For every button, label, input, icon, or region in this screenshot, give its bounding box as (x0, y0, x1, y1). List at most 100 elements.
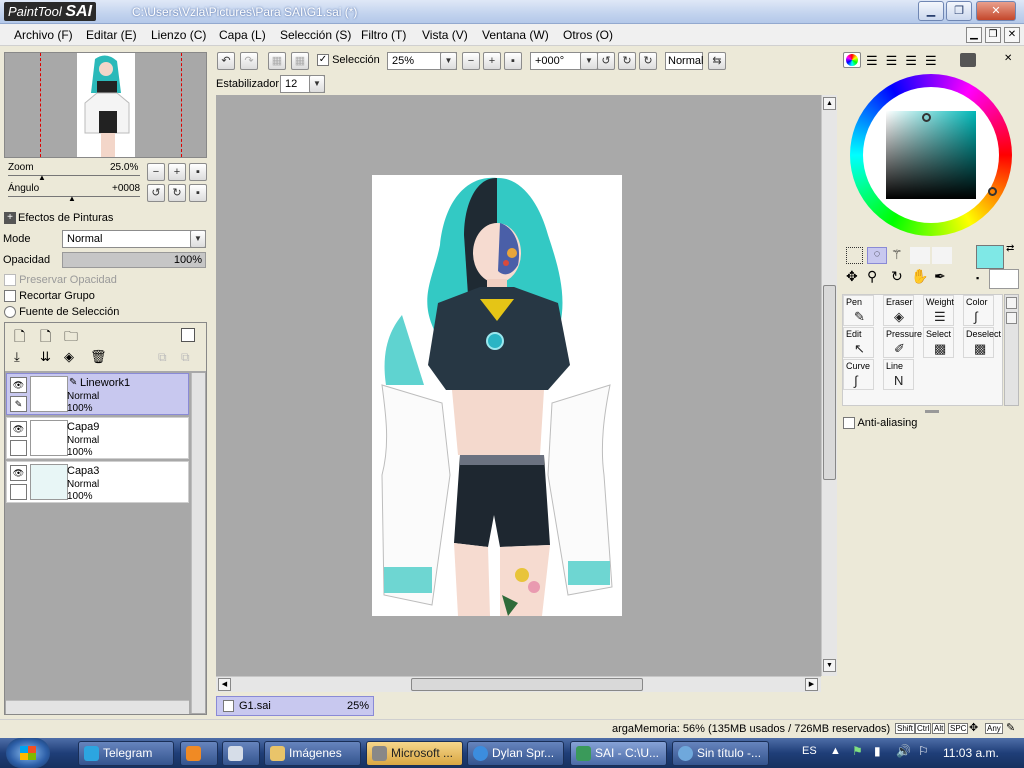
layer-lock-toggle[interactable] (10, 440, 27, 456)
menu-editar[interactable]: Editar (E) (86, 28, 137, 42)
zoom-slider[interactable] (8, 175, 140, 176)
menu-lienzo[interactable]: Lienzo (C) (151, 28, 206, 42)
taskbar-microsoft[interactable]: Microsoft ... (366, 741, 463, 766)
invert-selection-button[interactable]: ▦ (291, 52, 309, 70)
mdi-close-button[interactable]: ✕ (1004, 27, 1020, 43)
menu-capa[interactable]: Capa (L) (219, 28, 266, 42)
toolbar-rotate-reset-button[interactable]: ↻ (639, 52, 657, 70)
eye-icon[interactable]: 👁 (10, 465, 27, 481)
anti-aliasing-checkbox[interactable]: Anti-aliasing (843, 417, 917, 430)
layer-lock-toggle[interactable] (10, 484, 27, 500)
taskbar-calculator[interactable] (222, 741, 260, 766)
network-icon[interactable]: ▮ (874, 744, 881, 758)
chevron-down-icon[interactable]: ▼ (190, 230, 206, 248)
zoom-out-button[interactable]: − (147, 163, 165, 181)
blend-mode-select[interactable]: Normal (665, 52, 703, 70)
close-button[interactable]: ✕ (976, 1, 1016, 21)
taskbar-media-player[interactable] (180, 741, 218, 766)
mode-select[interactable]: Normal (62, 230, 206, 248)
redo-button[interactable]: ↷ (240, 52, 258, 70)
eye-icon[interactable]: 👁 (10, 377, 27, 393)
rotate-icon[interactable]: ↻ (891, 268, 903, 285)
layer-scrollbar[interactable] (191, 373, 205, 713)
minimize-button[interactable]: ▁ (918, 1, 944, 21)
layer-item[interactable]: 👁 Capa3 Normal 100% (6, 461, 189, 503)
selection-checkbox[interactable]: ✓ Selección (317, 54, 380, 67)
zoom-reset-button[interactable]: ▪ (189, 163, 207, 181)
mdi-minimize-button[interactable]: ▁ (966, 27, 982, 43)
transfer-down-icon[interactable]: ⤓ (14, 349, 20, 365)
flip-horizontal-button[interactable]: ⇆ (708, 52, 726, 70)
menu-vista[interactable]: Vista (V) (422, 28, 468, 42)
navigator-preview[interactable] (4, 52, 207, 158)
chevron-down-icon[interactable]: ▼ (580, 52, 598, 70)
saturation-value-square[interactable] (886, 111, 976, 199)
color-wheel[interactable] (850, 74, 1012, 236)
taskbar-sin-titulo[interactable]: Sin título -... (672, 741, 769, 766)
chevron-down-icon[interactable]: ▼ (440, 52, 457, 70)
taskbar-sai[interactable]: SAI - C:\U... (570, 741, 667, 766)
color-wheel-icon[interactable] (843, 52, 861, 68)
close-icon[interactable]: ✕ (1004, 53, 1012, 64)
tool-eraser[interactable]: Eraser ◈ (883, 295, 914, 326)
layer-hscrollbar[interactable] (6, 700, 189, 714)
taskbar-telegram[interactable]: Telegram (78, 741, 174, 766)
zoom-in-button[interactable]: + (168, 163, 186, 181)
maximize-button[interactable]: ❐ (946, 1, 972, 21)
opacity-slider[interactable]: 100% (62, 252, 206, 268)
rotate-right-button[interactable]: ↻ (168, 184, 186, 202)
angle-slider-thumb[interactable]: ▲ (68, 194, 76, 203)
rectangle-select-icon[interactable] (846, 247, 863, 264)
new-set-icon[interactable]: 🗋 (40, 326, 51, 350)
menu-archivo[interactable]: Archivo (F) (14, 28, 73, 42)
mask-icon[interactable] (181, 328, 195, 342)
lasso-icon[interactable]: ◌ (867, 247, 887, 264)
taskbar-imagenes[interactable]: Imágenes (264, 741, 361, 766)
menu-filtro[interactable]: Filtro (T) (361, 28, 406, 42)
layer-item[interactable]: 👁 ✎ ✎ Linework1 Normal 100% (6, 373, 189, 415)
new-layer-icon[interactable]: 🗋 (14, 326, 25, 350)
hue-cursor[interactable] (988, 187, 997, 196)
preserve-opacity-checkbox[interactable]: Preservar Opacidad (4, 274, 117, 287)
tool-deselect[interactable]: Deselect ▩ (963, 327, 1001, 358)
artboard[interactable] (372, 175, 622, 616)
menu-otros[interactable]: Otros (O) (563, 28, 613, 42)
start-button[interactable] (6, 738, 50, 768)
swap-colors-icon[interactable]: ⇄ (1006, 243, 1014, 254)
reset-colors-icon[interactable]: ▪ (976, 273, 979, 283)
undo-button[interactable]: ↶ (217, 52, 235, 70)
layer-item[interactable]: 👁 Capa9 Normal 100% (6, 417, 189, 459)
mdi-restore-button[interactable]: ❐ (985, 27, 1001, 43)
rotate-reset-button[interactable]: ▪ (189, 184, 207, 202)
toolbar-zoom-out-button[interactable]: − (462, 52, 480, 70)
toolbar-zoom-reset-button[interactable]: ▪ (504, 52, 522, 70)
action-center-icon[interactable]: ⚐ (918, 744, 929, 758)
color-mode-icons[interactable]: ☰☰☰☰ (866, 53, 945, 69)
toolbar-rotate-right-button[interactable]: ↻ (618, 52, 636, 70)
canvas-hscroll-thumb[interactable] (411, 678, 643, 691)
tool-color[interactable]: Color ∫ (963, 295, 994, 326)
tool-weight[interactable]: Weight ☰ (923, 295, 954, 326)
magic-wand-icon[interactable]: ⚚ (891, 247, 903, 263)
tool-edit[interactable]: Edit ↖ (843, 327, 874, 358)
tool-scrollbar[interactable] (1004, 294, 1019, 406)
folder-icon[interactable]: 🗀 (64, 326, 78, 350)
document-tab[interactable]: G1.sai 25% (216, 696, 374, 716)
eyedropper-icon[interactable]: ✒ (934, 268, 946, 285)
selection-source-radio[interactable]: Fuente de Selección (4, 306, 119, 319)
toolbar-zoom-in-button[interactable]: + (483, 52, 501, 70)
chevron-down-icon[interactable]: ▼ (309, 75, 325, 93)
clip-group-checkbox[interactable]: Recortar Grupo (4, 290, 95, 303)
taskbar-browser[interactable]: Dylan Spr... (467, 741, 564, 766)
tool-pen[interactable]: Pen ✎ (843, 295, 874, 326)
deselect-button[interactable]: ▦ (268, 52, 286, 70)
canvas-hscrollbar[interactable]: ◀ ▶ (216, 676, 821, 692)
security-icon[interactable]: ⚑ (852, 744, 863, 758)
color-picker-cursor[interactable] (922, 113, 931, 122)
zoom-icon[interactable]: ⚲ (867, 268, 877, 285)
trash-icon[interactable]: 🗑 (90, 349, 107, 365)
pen-icon[interactable]: ✎ (10, 396, 27, 412)
hand-icon[interactable]: ✋ (911, 268, 928, 285)
merge-down-icon[interactable]: ⇊ (40, 349, 51, 365)
canvas-area[interactable] (216, 95, 821, 676)
